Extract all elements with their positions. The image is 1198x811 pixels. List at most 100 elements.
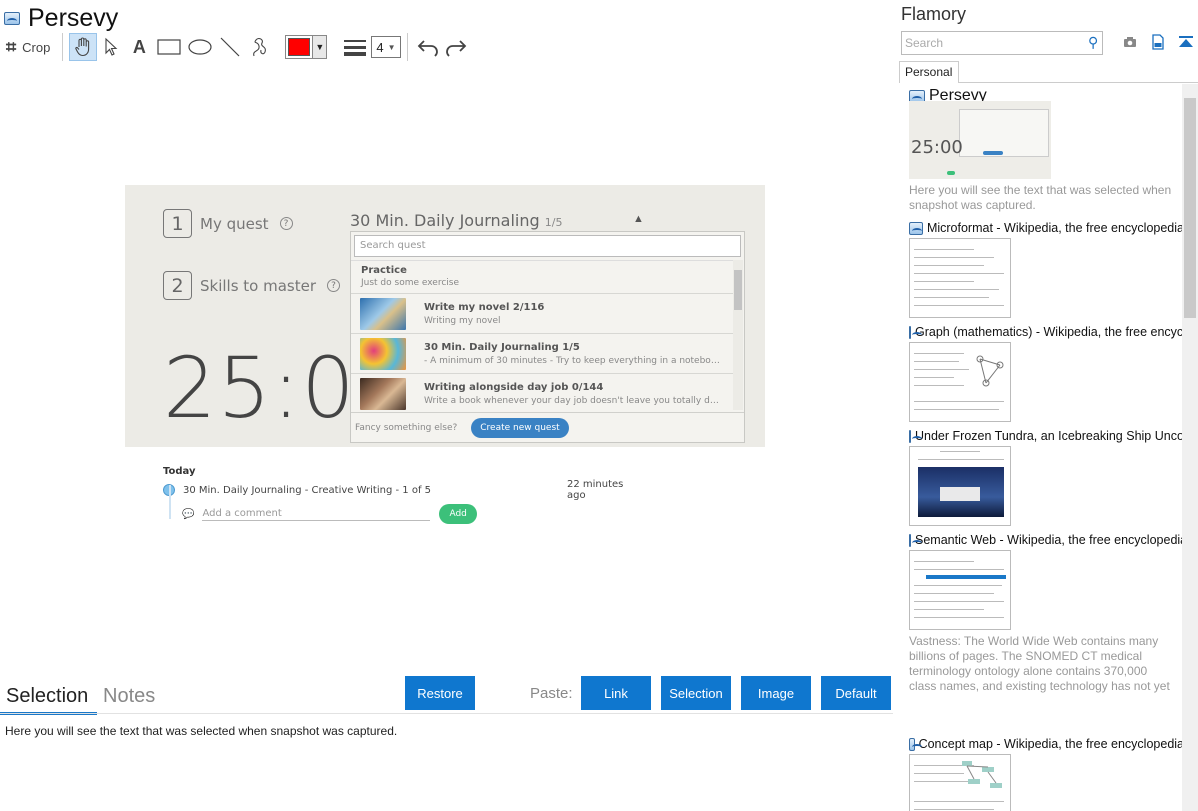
restore-button[interactable]: Restore [405,676,475,710]
hand-tool-button[interactable] [69,33,98,61]
snapshot-thumbnail [909,550,1011,630]
list-item[interactable]: Microformat - Wikipedia, the free encycl… [909,221,1182,318]
step-number-1: 1 [163,209,192,238]
activity-time: 22 minutes ago [567,479,624,501]
color-picker[interactable]: ▼ [285,35,328,59]
line-tool-button[interactable] [215,33,245,61]
thumbnail-timer: 25:00 [911,137,963,158]
app-icon [909,533,922,547]
app-icon [4,11,20,25]
quest-thumbnail [360,297,406,330]
scrollbar[interactable] [733,260,743,410]
app-icon [909,221,923,235]
quest-item-title: Writing alongside day job 0/144 [424,381,604,393]
camera-icon[interactable] [1121,33,1139,51]
snapshot-item-title: Microformat - Wikipedia, the free encycl… [926,221,1182,235]
rectangle-tool-button[interactable] [153,33,185,61]
text-icon: A [132,36,146,57]
snapshot-item-description: Here you will see the text that was sele… [909,183,1172,212]
chevron-down-icon: ▼ [387,42,396,52]
chevron-up-icon: ▲ [633,213,644,225]
tab-notes[interactable]: Notes [103,685,155,708]
comment-input[interactable]: Add a comment [202,508,431,521]
line-width-control[interactable]: 4 ▼ [343,36,402,58]
list-item[interactable]: Under Frozen Tundra, an Icebreaking Ship… [909,429,1182,526]
select-tool-button[interactable] [97,33,125,61]
editor-pane: Persevy ⌗ Crop A ▼ 4 ▼ 1 My quest ? 2 Sk… [0,0,893,811]
list-item[interactable]: Writing alongside day job 0/144 Write a … [351,374,733,410]
my-quest-label: My quest [200,214,269,233]
list-item[interactable]: Graph (mathematics) - Wikipedia, the fre… [909,325,1182,422]
color-swatch [288,38,311,56]
ellipse-tool-button[interactable] [185,33,215,61]
tab-selection[interactable]: Selection [6,685,88,708]
snapshot-item-title: Graph (mathematics) - Wikipedia, the fre… [915,325,1182,339]
flamory-pane: Flamory Search ⚲ Personal Persevy 25:00 … [893,0,1198,811]
tab-personal[interactable]: Personal [899,61,959,83]
flamory-toolbar [1121,33,1195,51]
freehand-icon [253,38,267,57]
list-item[interactable]: 30 Min. Daily Journaling 1/5 - A minimum… [351,334,733,374]
list-item[interactable]: Write my novel 2/116 Writing my novel [351,294,733,334]
snapshot-thumbnail: 25:00 [909,101,1051,179]
my-quest-row: 1 My quest ? [163,209,293,238]
line-width-select[interactable]: 4 ▼ [371,36,402,58]
redo-icon [446,40,467,57]
snapshot-item-header: Concept map - Wikipedia, the free encycl… [909,737,1182,751]
bottom-bar: Selection Notes Restore Paste: Link Sele… [0,676,893,715]
paste-link-button[interactable]: Link [581,676,651,710]
search-icon[interactable]: ⚲ [1088,34,1098,51]
quest-list: Practice Just do some exercise Write my … [351,260,743,410]
ellipse-icon [188,39,212,55]
collapse-icon[interactable] [1177,33,1195,51]
scrollbar-thumb[interactable] [1184,98,1196,318]
quest-search-input[interactable]: Search quest [354,235,741,257]
paste-default-button[interactable]: Default [821,676,891,710]
document-icon[interactable] [1149,33,1167,51]
selection-text[interactable]: Here you will see the text that was sele… [5,724,397,738]
snapshot-item-title: Concept map - Wikipedia, the free encycl… [918,737,1182,751]
list-item[interactable]: Persevy 25:00 Here you will see the text… [909,87,1182,213]
list-item[interactable]: Concept map - Wikipedia, the free encycl… [909,737,1182,811]
section-heading: Today [163,466,196,477]
quest-thumbnail [360,377,406,410]
snapshot-item-title: Under Frozen Tundra, an Icebreaking Ship… [915,429,1182,443]
divider [959,82,1198,83]
scrollbar-thumb[interactable] [734,270,742,310]
app-icon [909,737,922,751]
app-icon [909,325,922,339]
snapshot-thumbnail [909,342,1011,422]
line-width-icon [344,40,367,56]
snapshot-item-header: Semantic Web - Wikipedia, the free encyc… [909,533,1182,547]
page-title: Persevy [28,3,119,32]
scrollbar[interactable] [1182,84,1198,811]
paste-selection-button[interactable]: Selection [661,676,731,710]
flamory-search-input[interactable]: Search [901,31,1103,55]
chevron-down-icon: ▼ [312,36,327,58]
crop-button[interactable]: ⌗ Crop [4,33,56,61]
freehand-tool-button[interactable] [245,33,275,61]
divider [0,713,893,714]
paste-label: Paste: [530,685,573,702]
flamory-title: Flamory [901,4,967,24]
snapshot-image[interactable]: 1 My quest ? 2 Skills to master ? 25:00 … [125,185,765,447]
quest-item-subtitle: - A minimum of 30 minutes - Try to keep … [424,355,720,366]
list-item[interactable]: Semantic Web - Wikipedia, the free encyc… [909,533,1182,694]
create-quest-button[interactable]: Create new quest [471,417,569,438]
text-tool-button[interactable]: A [125,33,153,61]
undo-button[interactable] [414,33,442,61]
quest-item-subtitle: Write a book whenever your day job doesn… [424,395,720,406]
quest-title: 30 Min. Daily Journaling 1/5 [350,211,562,230]
add-comment-button[interactable]: Add [439,504,477,524]
practice-title: Practice [361,265,407,276]
paste-image-button[interactable]: Image [741,676,811,710]
redo-button[interactable] [442,33,470,61]
list-item[interactable]: Practice Just do some exercise [351,261,733,294]
skills-label: Skills to master [200,276,317,295]
skills-row: 2 Skills to master ? [163,271,341,300]
activity-entry: 30 Min. Daily Journaling - Creative Writ… [163,479,643,501]
step-number-2: 2 [163,271,192,300]
toolbar-separator [62,33,64,61]
practice-subtitle: Just do some exercise [361,278,460,288]
snapshot-thumbnail [909,754,1011,811]
